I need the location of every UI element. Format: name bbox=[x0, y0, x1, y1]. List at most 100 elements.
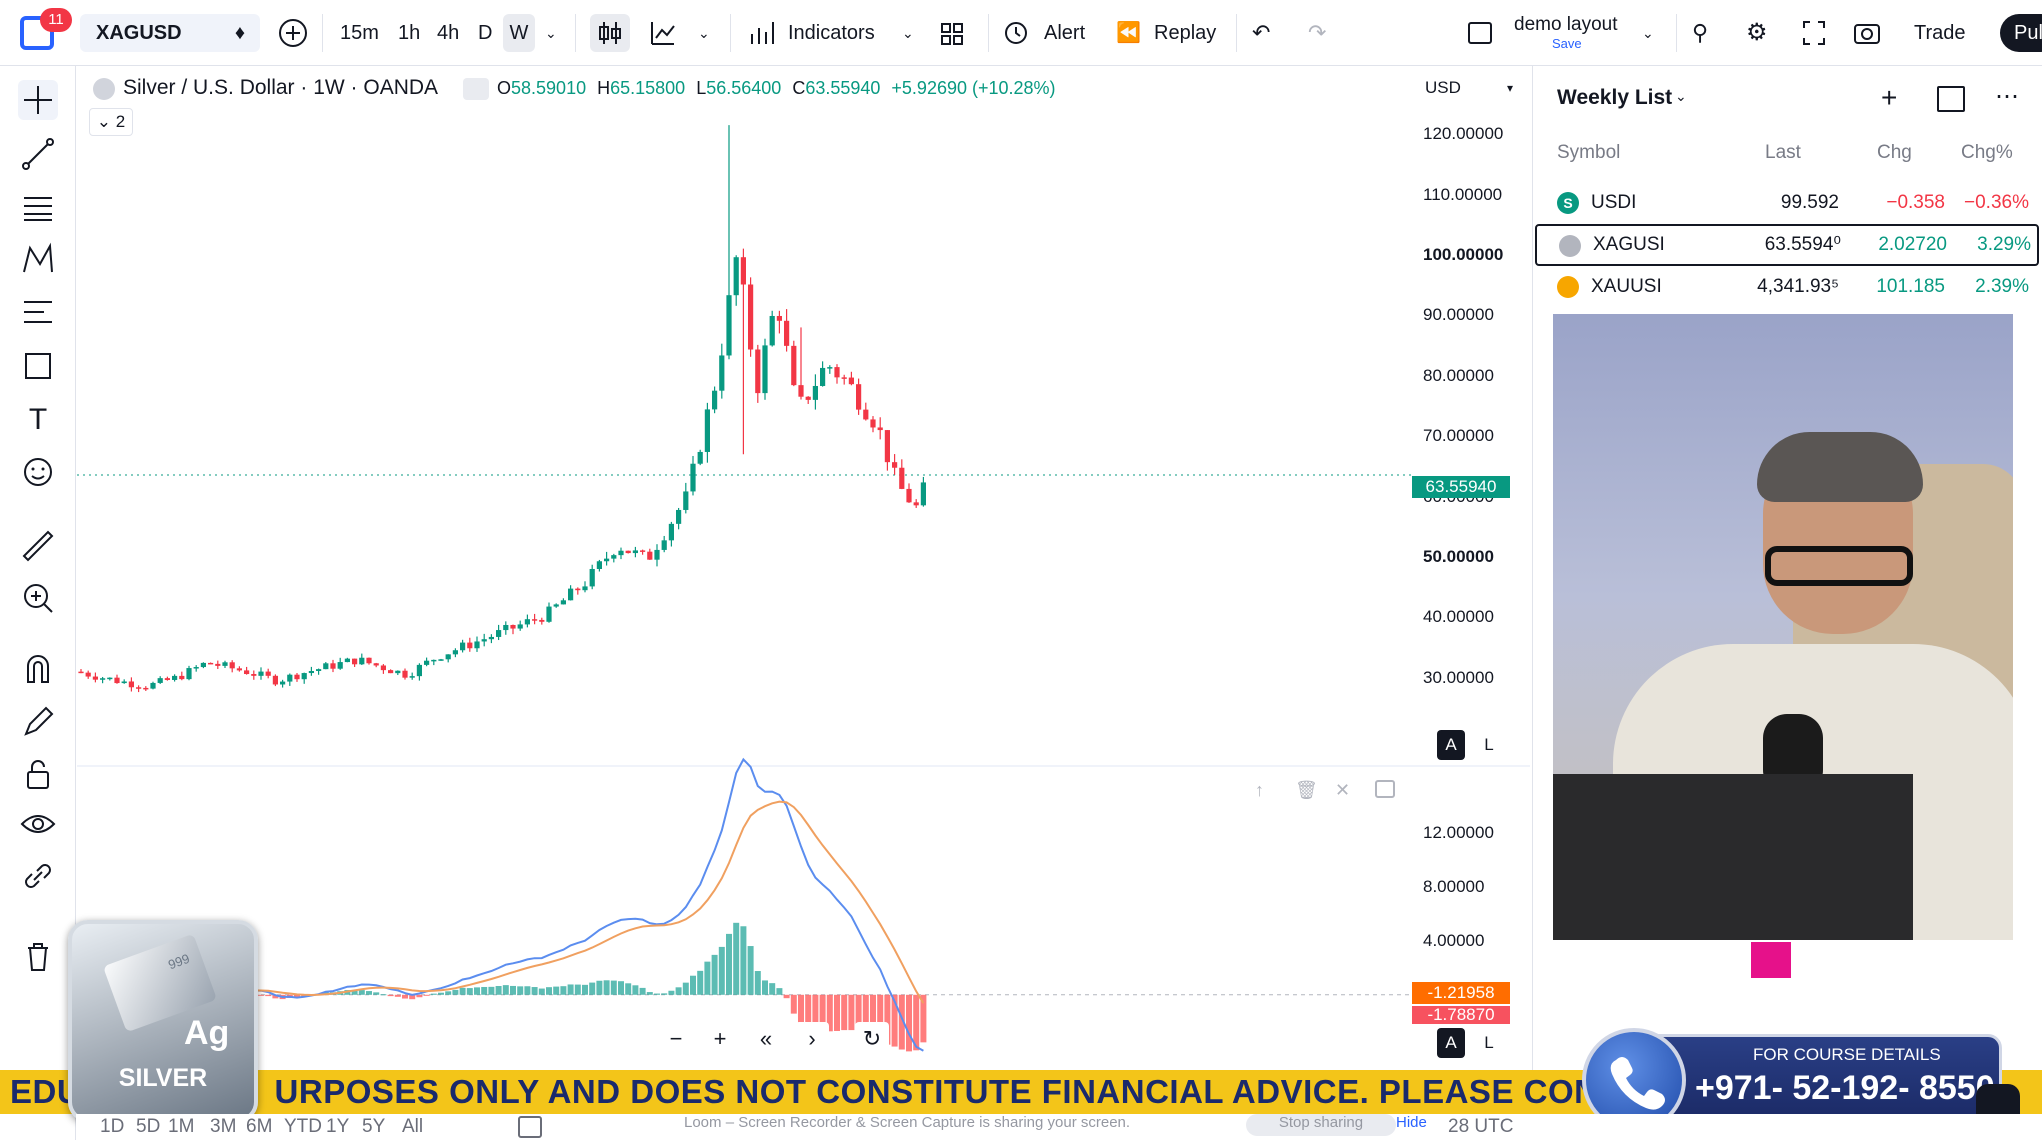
quick-search-icon[interactable]: ⚲ bbox=[1692, 14, 1708, 52]
eye-icon[interactable] bbox=[18, 804, 58, 844]
shapes-icon[interactable] bbox=[18, 346, 58, 386]
reset-chart-button[interactable]: ↻ bbox=[855, 1022, 889, 1056]
pane-move-up-icon[interactable]: ↑ bbox=[1255, 780, 1264, 801]
chevron-down-icon[interactable]: ⌄ bbox=[545, 14, 557, 52]
range-5d[interactable]: 5D bbox=[136, 1116, 160, 1138]
line-chart-icon[interactable] bbox=[648, 14, 678, 52]
hide-button[interactable]: Hide bbox=[1396, 1114, 1427, 1131]
range-ytd[interactable]: YTD bbox=[284, 1116, 322, 1138]
interval-15m[interactable]: 15m bbox=[340, 14, 379, 52]
macd-histogram-bar bbox=[474, 987, 480, 995]
layout-save[interactable]: Save bbox=[1552, 36, 1582, 51]
log-scale-button[interactable]: L bbox=[1475, 730, 1503, 760]
scroll-forward-button[interactable]: › bbox=[795, 1022, 829, 1056]
alert-icon[interactable] bbox=[1002, 14, 1032, 52]
candle-body bbox=[690, 463, 696, 492]
crosshair-icon[interactable] bbox=[18, 80, 58, 120]
pane-collapse-icon[interactable]: ✕ bbox=[1335, 780, 1350, 801]
auto-scale-button[interactable]: A bbox=[1437, 730, 1465, 760]
interval-4h[interactable]: 4h bbox=[437, 14, 459, 52]
add-symbol-icon[interactable]: + bbox=[1881, 82, 1897, 114]
range-5y[interactable]: 5Y bbox=[362, 1116, 385, 1138]
text-icon[interactable]: T bbox=[18, 400, 58, 440]
price-chart[interactable] bbox=[77, 66, 1530, 1076]
link-icon[interactable] bbox=[18, 856, 58, 896]
column-chgp[interactable]: Chg% bbox=[1961, 132, 2013, 174]
chevron-down-icon[interactable]: ⌄ bbox=[1642, 14, 1654, 52]
zoom-out-button[interactable]: − bbox=[659, 1022, 693, 1056]
replay-icon[interactable]: ⏪ bbox=[1116, 14, 1141, 52]
range-1m[interactable]: 1M bbox=[168, 1116, 194, 1138]
fullscreen-icon[interactable] bbox=[1800, 14, 1828, 52]
alert-button[interactable]: Alert bbox=[1044, 14, 1085, 52]
interval-w[interactable]: W bbox=[503, 14, 535, 52]
candle-body bbox=[769, 315, 775, 346]
list-item[interactable]: XAUUSI 4,341.93⁵ 101.185 2.39% bbox=[1533, 266, 2042, 308]
prediction-icon[interactable] bbox=[18, 292, 58, 332]
range-6m[interactable]: 6M bbox=[246, 1116, 272, 1138]
magnet-icon[interactable] bbox=[18, 650, 58, 690]
layout-name[interactable]: demo layout bbox=[1514, 14, 1618, 36]
trash-icon[interactable] bbox=[18, 936, 58, 976]
timezone-label[interactable]: 28 UTC bbox=[1448, 1116, 1513, 1138]
indicators-button[interactable]: Indicators bbox=[788, 14, 875, 52]
publish-button[interactable]: Pul bbox=[2000, 14, 2042, 52]
range-1d[interactable]: 1D bbox=[100, 1116, 124, 1138]
list-item[interactable]: S USDI 99.592 −0.358 −0.36% bbox=[1533, 182, 2042, 224]
camera-icon[interactable] bbox=[1852, 14, 1882, 52]
undo-icon[interactable]: ↶ bbox=[1252, 14, 1270, 52]
candles-icon[interactable] bbox=[590, 14, 630, 52]
layout-grid-icon[interactable] bbox=[938, 14, 966, 52]
compare-add-icon[interactable] bbox=[276, 14, 310, 52]
chevron-down-icon[interactable]: ⌄ bbox=[698, 14, 710, 52]
zoom-icon[interactable] bbox=[18, 578, 58, 618]
range-3m[interactable]: 3M bbox=[210, 1116, 236, 1138]
chevron-down-icon[interactable]: ⌄ bbox=[1675, 88, 1687, 105]
emoji-icon[interactable] bbox=[18, 452, 58, 492]
macd-histogram-bar bbox=[762, 980, 768, 995]
list-item-selected[interactable]: XAGUSI 63.5594⁰ 2.02720 3.29% bbox=[1535, 224, 2039, 266]
candle-body bbox=[287, 674, 293, 682]
more-options-icon[interactable]: ⋯ bbox=[1995, 82, 2019, 111]
chevron-down-icon[interactable]: ⌄ bbox=[902, 14, 914, 52]
watchlist-title[interactable]: Weekly List bbox=[1557, 86, 1672, 110]
macd-auto-scale-button[interactable]: A bbox=[1437, 1028, 1465, 1058]
chart-area[interactable]: Silver / U.S. Dollar · 1W · OANDA O58.59… bbox=[77, 66, 1530, 1076]
zoom-in-button[interactable]: + bbox=[703, 1022, 737, 1056]
stop-sharing-button[interactable]: Stop sharing bbox=[1246, 1114, 1396, 1136]
macd-log-scale-button[interactable]: L bbox=[1475, 1028, 1503, 1058]
change: 2.02720 bbox=[1878, 234, 1947, 255]
candle-body bbox=[834, 367, 840, 378]
indicators-icon[interactable] bbox=[748, 14, 778, 52]
lock-icon[interactable] bbox=[18, 754, 58, 794]
last-price: 63.5594⁰ bbox=[1764, 234, 1841, 255]
favorite-icon[interactable]: ♦ bbox=[226, 14, 254, 52]
macd-histogram-bar bbox=[783, 994, 790, 999]
interval-d[interactable]: D bbox=[478, 14, 492, 52]
column-chg[interactable]: Chg bbox=[1877, 132, 1912, 174]
go-to-date-icon[interactable] bbox=[518, 1116, 542, 1138]
layout-checkbox-icon[interactable] bbox=[1466, 14, 1494, 52]
column-last[interactable]: Last bbox=[1765, 132, 1801, 174]
trade-button[interactable]: Trade bbox=[1914, 14, 1966, 52]
trendline-icon[interactable] bbox=[18, 134, 58, 174]
column-symbol[interactable]: Symbol bbox=[1557, 132, 1620, 174]
stay-drawing-icon[interactable] bbox=[18, 702, 58, 742]
range-all[interactable]: All bbox=[402, 1116, 423, 1138]
range-1y[interactable]: 1Y bbox=[326, 1116, 349, 1138]
candle-body bbox=[661, 540, 667, 550]
interval-1h[interactable]: 1h bbox=[398, 14, 420, 52]
last-price: 99.592 bbox=[1780, 192, 1839, 213]
fib-icon[interactable] bbox=[18, 186, 58, 226]
settings-icon[interactable]: ⚙ bbox=[1746, 14, 1768, 52]
redo-icon[interactable]: ↷ bbox=[1308, 14, 1326, 52]
candle-body bbox=[755, 349, 761, 394]
replay-button[interactable]: Replay bbox=[1154, 14, 1216, 52]
pane-delete-icon[interactable]: 🗑 bbox=[1295, 780, 1318, 801]
advanced-view-icon[interactable] bbox=[1937, 86, 1965, 112]
scroll-back-button[interactable]: « bbox=[749, 1022, 783, 1056]
macd-histogram-bar bbox=[790, 994, 797, 1014]
pattern-icon[interactable] bbox=[18, 240, 58, 280]
ruler-icon[interactable] bbox=[18, 526, 58, 566]
pane-maximize-icon[interactable] bbox=[1375, 780, 1395, 798]
